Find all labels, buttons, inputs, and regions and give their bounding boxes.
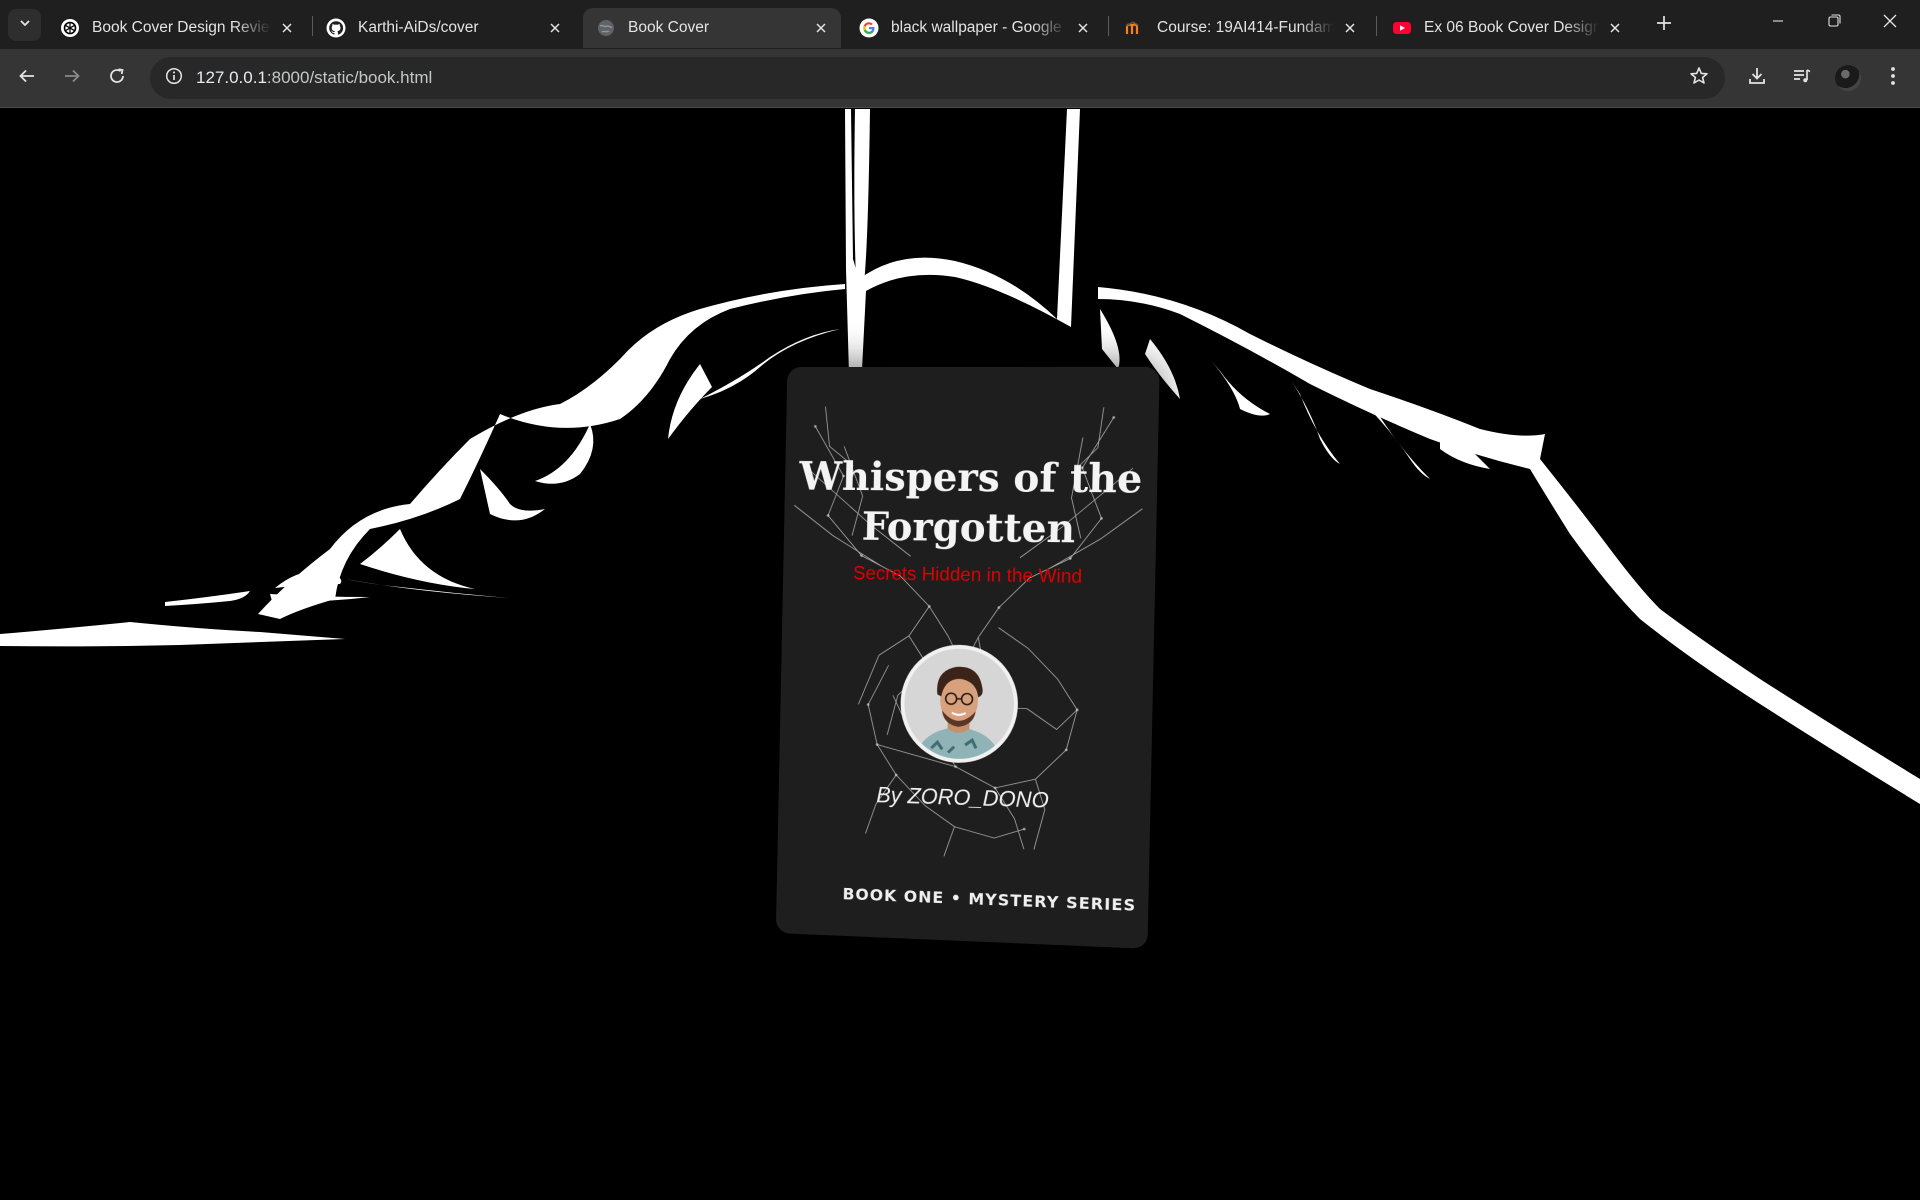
page-viewport: Whispers of the Forgotten Secrets Hidden…	[0, 109, 1920, 1200]
menu-button[interactable]	[1876, 61, 1910, 95]
url-text[interactable]: 127.0.0.1:8000/static/book.html	[196, 68, 432, 88]
tab-black-wallpaper-google-search[interactable]: black wallpaper - Google Search	[846, 8, 1103, 48]
close-icon[interactable]	[277, 18, 297, 38]
tab-title: Ex 06 Book Cover Design using	[1424, 19, 1599, 37]
back-button[interactable]	[10, 61, 44, 95]
star-icon	[1689, 66, 1709, 91]
tab-title: Book Cover Design Review	[92, 19, 271, 37]
chatgpt-icon	[60, 18, 80, 38]
moodle-icon	[1125, 18, 1145, 38]
close-icon[interactable]	[1073, 18, 1093, 38]
github-icon	[326, 18, 346, 38]
arrow-right-icon	[63, 67, 81, 90]
profile-avatar[interactable]	[1835, 65, 1861, 91]
bookmark-button[interactable]	[1687, 66, 1711, 90]
minimize-icon	[1772, 14, 1784, 32]
reload-button[interactable]	[100, 61, 134, 95]
address-bar[interactable]: 127.0.0.1:8000/static/book.html	[150, 57, 1725, 99]
close-icon[interactable]	[1605, 18, 1625, 38]
tab-karthi-aids-cover[interactable]: Karthi-AiDs/cover	[313, 8, 575, 48]
youtube-icon	[1392, 18, 1412, 38]
browser-toolbar: 127.0.0.1:8000/static/book.html	[0, 49, 1920, 108]
close-icon[interactable]	[811, 18, 831, 38]
tab-course-19ai414[interactable]: Course: 19AI414-Fundamentals	[1112, 8, 1370, 48]
minimize-button[interactable]	[1750, 0, 1806, 46]
google-icon	[859, 18, 879, 38]
tab-separator	[1108, 16, 1109, 36]
reload-icon	[108, 67, 126, 90]
book-cover: Whispers of the Forgotten Secrets Hidden…	[776, 367, 1160, 949]
site-info-button[interactable]	[160, 64, 188, 92]
chevron-down-icon	[18, 16, 32, 35]
url-path: :8000/static/book.html	[267, 68, 432, 87]
book-title: Whispers of the Forgotten	[784, 452, 1158, 556]
arrow-left-icon	[18, 67, 36, 90]
new-tab-button[interactable]	[1651, 12, 1677, 38]
tab-separator	[1376, 16, 1377, 36]
tab-book-cover[interactable]: Book Cover	[583, 8, 841, 48]
restore-button[interactable]	[1806, 0, 1862, 46]
restore-icon	[1828, 14, 1841, 32]
tab-book-cover-design-review[interactable]: Book Cover Design Review	[47, 8, 307, 48]
close-icon[interactable]	[545, 18, 565, 38]
downloads-button[interactable]	[1740, 61, 1774, 95]
plus-icon	[1656, 15, 1672, 36]
media-controls-button[interactable]	[1785, 61, 1819, 95]
close-icon[interactable]	[1340, 18, 1360, 38]
info-icon	[165, 67, 183, 90]
close-icon	[1883, 14, 1897, 33]
forward-button[interactable]	[55, 61, 89, 95]
more-vertical-icon	[1890, 66, 1896, 91]
series-label: BOOK ONE • MYSTERY SERIES	[776, 882, 1148, 916]
globe-icon	[596, 18, 616, 38]
tab-title: Book Cover	[628, 19, 805, 37]
book-title-line-2: Forgotten	[784, 501, 1157, 555]
close-window-button[interactable]	[1862, 0, 1918, 46]
url-host: 127.0.0.1	[196, 68, 267, 87]
download-icon	[1747, 66, 1767, 91]
tab-search-button[interactable]	[8, 9, 41, 41]
tab-title: black wallpaper - Google Search	[891, 19, 1067, 37]
book-title-line-1: Whispers of the	[785, 452, 1158, 505]
tab-strip: Book Cover Design Review Karthi-AiDs/cov…	[0, 0, 1920, 49]
tab-ex-06-book-cover-design[interactable]: Ex 06 Book Cover Design using	[1379, 8, 1635, 48]
tab-title: Course: 19AI414-Fundamentals	[1157, 19, 1334, 37]
tab-title: Karthi-AiDs/cover	[358, 19, 539, 37]
playlist-icon	[1792, 66, 1812, 91]
